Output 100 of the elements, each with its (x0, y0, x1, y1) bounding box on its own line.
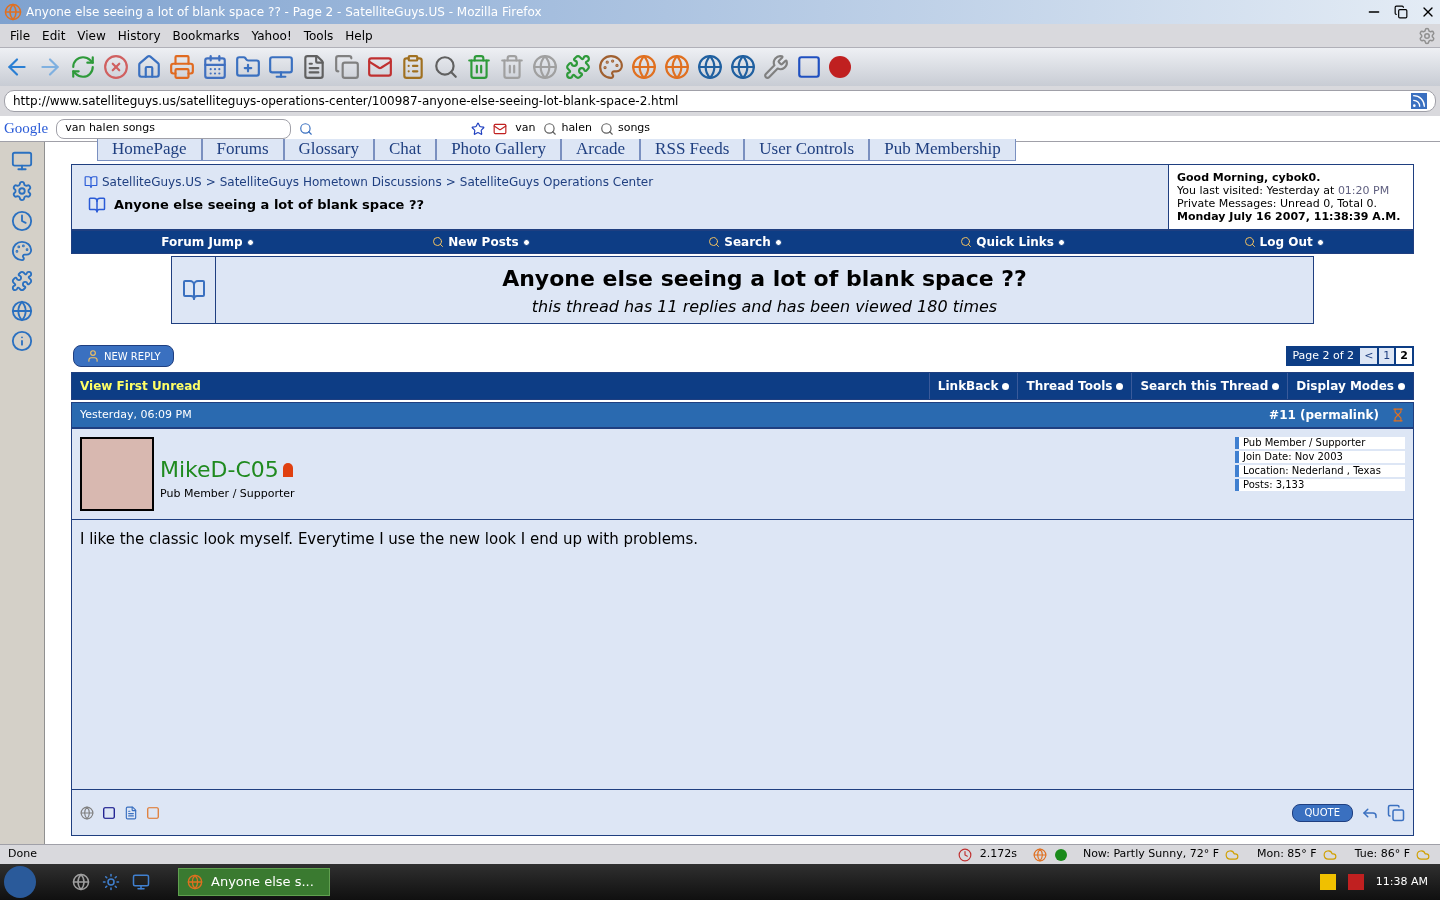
copy-icon[interactable] (334, 54, 360, 80)
globe-icon (1032, 847, 1047, 862)
search-icon[interactable] (543, 121, 558, 136)
tools-icon[interactable] (763, 54, 789, 80)
rss-icon[interactable] (1411, 93, 1427, 109)
permalink[interactable]: #11 (permalink) (1269, 406, 1379, 424)
puzzle-icon[interactable] (565, 54, 591, 80)
globe-icon[interactable] (664, 54, 690, 80)
breadcrumb-separator: > (205, 174, 216, 191)
tray-icon[interactable] (1319, 874, 1336, 890)
page-link[interactable]: 1 (1379, 347, 1395, 365)
search-icon[interactable] (599, 121, 614, 136)
navbar-link[interactable]: Search (708, 233, 782, 251)
mail-icon[interactable] (493, 121, 508, 136)
breadcrumb-separator: > (445, 174, 456, 191)
weather-text: Tue: 86° F (1354, 846, 1410, 863)
taskbar-button[interactable]: Anyone else s... (178, 868, 330, 896)
menu-item[interactable]: View (71, 26, 112, 45)
current-thread-title: Anyone else seeing a lot of blank space ?? (114, 196, 425, 214)
sidebar-icon[interactable] (11, 240, 33, 262)
breadcrumb-link[interactable]: SatelliteGuys Operations Center (459, 173, 654, 191)
stop-icon[interactable] (103, 54, 129, 80)
sidebar-icon[interactable] (11, 210, 33, 232)
folder-icon[interactable] (235, 54, 261, 80)
post-message: I like the classic look myself. Everytime I use the new look I end up with problems. (79, 529, 700, 550)
clipboard-icon[interactable] (400, 54, 426, 80)
menu-item[interactable]: History (111, 26, 167, 45)
globe-icon[interactable] (697, 54, 723, 80)
page-link[interactable]: 2 (1396, 347, 1412, 365)
thread-tool-menu[interactable]: Thread Tools (1017, 373, 1132, 399)
nav-icon (432, 236, 445, 248)
nav-icon (708, 236, 721, 248)
globe-icon[interactable] (730, 54, 756, 80)
search-term-button[interactable]: halen (561, 120, 592, 137)
menu-item[interactable]: File (4, 26, 37, 45)
view-first-unread-link[interactable]: View First Unread (72, 377, 929, 395)
menu-item[interactable]: Bookmarks (166, 26, 246, 45)
search-term-button[interactable]: songs (617, 120, 651, 137)
monitor-icon[interactable] (268, 54, 294, 80)
quick-launch-icon[interactable] (72, 873, 90, 891)
menu-item[interactable]: Edit (36, 26, 72, 45)
navbar-link[interactable]: Quick Links (960, 233, 1065, 251)
site-tab[interactable]: Photo Gallery (436, 139, 562, 161)
site-tab[interactable]: HomePage (97, 139, 202, 161)
last-visit-text: You last visited: Yesterday at 01:20 PM (1177, 184, 1391, 197)
new-reply-button[interactable]: NEW REPLY (73, 345, 174, 367)
sidebar-icon[interactable] (11, 150, 33, 172)
status-icon (1391, 408, 1405, 422)
username-link[interactable]: MikeD-C05 (160, 453, 279, 486)
quote-button[interactable]: QUOTE (1291, 803, 1353, 822)
quick-launch-icon[interactable] (102, 873, 120, 891)
greeting-text: Good Morning, cybok0. (1177, 171, 1322, 184)
breadcrumb-link[interactable]: SatelliteGuys Hometown Discussions (219, 173, 442, 191)
search-icon[interactable] (433, 54, 459, 80)
menu-item[interactable]: Yahoo! (245, 26, 298, 45)
home-icon[interactable] (136, 54, 162, 80)
address-bar[interactable]: http://www.satelliteguys.us/satelliteguys-operations-center/100987-anyone-else-seeing-lot-blank-space-2.html (4, 90, 1436, 112)
printer-icon[interactable] (169, 54, 195, 80)
mail-icon[interactable] (367, 54, 393, 80)
navbar-link[interactable]: New Posts (432, 233, 530, 251)
thread-tool-menu[interactable]: Search this Thread (1131, 373, 1288, 399)
user-info-item: Pub Member / Supporter (1235, 437, 1405, 449)
reload-icon[interactable] (70, 54, 96, 80)
sidebar-icon[interactable] (11, 300, 33, 322)
sidebar-icon[interactable] (11, 180, 33, 202)
multiquote-icon[interactable] (1387, 803, 1405, 822)
previous-page-link[interactable]: < (1360, 347, 1378, 365)
site-tab[interactable]: Glossary (283, 139, 374, 161)
navbar-link[interactable]: Log Out (1243, 233, 1324, 251)
site-tab[interactable]: User Controls (744, 139, 870, 161)
google-search-field[interactable]: van halen songs (56, 118, 292, 139)
star-icon[interactable] (471, 121, 486, 136)
start-button[interactable] (4, 866, 36, 898)
site-tab[interactable]: Chat (374, 139, 437, 161)
trash-icon[interactable] (499, 54, 525, 80)
calendar-icon[interactable] (202, 54, 228, 80)
sidebar-icon[interactable] (11, 270, 33, 292)
trash-icon[interactable] (466, 54, 492, 80)
nav-icon (1243, 236, 1256, 248)
palette-icon[interactable] (598, 54, 624, 80)
search-term-button[interactable]: van (515, 120, 536, 137)
restore-icon[interactable] (1394, 5, 1408, 19)
site-tab[interactable]: RSS Feeds (640, 139, 745, 161)
clock: 11:38 AM (1375, 873, 1428, 890)
navbar-link[interactable]: Forum Jump (161, 233, 254, 251)
thread-tool-menu[interactable]: LinkBack (928, 373, 1018, 399)
site-tab[interactable]: Pub Membership (869, 139, 1016, 161)
globe-icon[interactable] (631, 54, 657, 80)
menu-item[interactable]: Tools (297, 26, 340, 45)
document-icon[interactable] (301, 54, 327, 80)
search-icon[interactable] (299, 121, 314, 136)
nav-icon (960, 236, 973, 248)
private-messages-link[interactable]: Private Messages: Unread 0, Total 0. (1177, 197, 1405, 210)
thread-tool-menu[interactable]: Display Modes (1287, 373, 1413, 399)
site-tab[interactable]: Forums (201, 139, 284, 161)
quick-launch-icon[interactable] (132, 873, 150, 891)
sidebar-icon[interactable] (11, 330, 33, 352)
breadcrumb-link[interactable]: SatelliteGuys.US (102, 173, 202, 191)
menu-item[interactable]: Help (339, 26, 379, 45)
site-tab[interactable]: Arcade (561, 139, 641, 161)
